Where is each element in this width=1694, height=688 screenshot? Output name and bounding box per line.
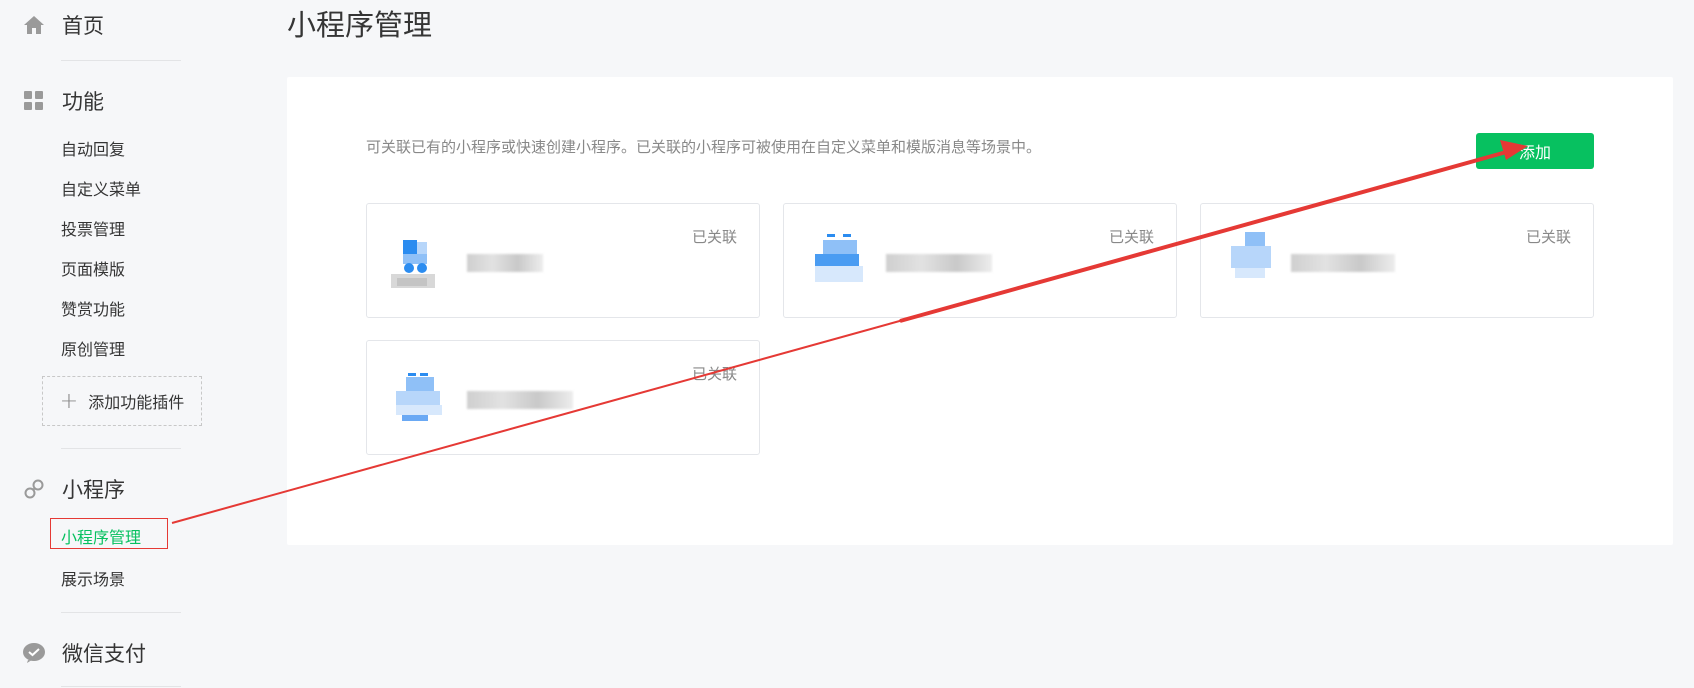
sidebar-item-reward[interactable]: 赞赏功能 — [61, 296, 125, 320]
add-plugin-label: 添加功能插件 — [88, 393, 185, 412]
sidebar-item-auto-reply[interactable]: 自动回复 — [61, 136, 125, 160]
nav-miniprogram-label: 小程序 — [62, 478, 125, 502]
miniprogram-card[interactable]: 已关联 — [366, 340, 760, 455]
miniprogram-logo — [396, 373, 442, 421]
sidebar: 首页 功能 自动回复 自定义菜单 投票管理 页面模版 赞赏功能 原创管理 + 添… — [0, 0, 260, 688]
sidebar-item-original[interactable]: 原创管理 — [61, 336, 125, 360]
wechat-pay-icon — [22, 641, 46, 665]
nav-features-label: 功能 — [62, 90, 104, 114]
nav-group-wechat-pay[interactable]: 微信支付 — [22, 638, 146, 668]
link-icon — [22, 477, 46, 501]
miniprogram-name-blurred — [467, 254, 543, 272]
sidebar-divider — [61, 612, 181, 613]
sidebar-divider — [61, 60, 181, 61]
nav-group-home[interactable]: 首页 — [22, 10, 104, 40]
nav-wechat-pay-label: 微信支付 — [62, 642, 146, 666]
description-text: 可关联已有的小程序或快速创建小程序。已关联的小程序可被使用在自定义菜单和模版消息… — [366, 138, 1042, 156]
annotation-highlight-box — [50, 518, 168, 549]
sidebar-item-custom-menu[interactable]: 自定义菜单 — [61, 176, 141, 200]
miniprogram-card[interactable]: 已关联 — [366, 203, 760, 318]
miniprogram-name-blurred — [886, 254, 992, 272]
status-label: 已关联 — [691, 228, 737, 246]
add-plugin-button[interactable]: + 添加功能插件 — [42, 376, 202, 426]
miniprogram-card[interactable]: 已关联 — [783, 203, 1177, 318]
miniprogram-name-blurred — [1291, 254, 1395, 272]
app-root: 首页 功能 自动回复 自定义菜单 投票管理 页面模版 赞赏功能 原创管理 + 添… — [0, 0, 1694, 688]
status-label: 已关联 — [1108, 228, 1154, 246]
grid-icon — [22, 89, 46, 113]
miniprogram-card[interactable]: 已关联 — [1200, 203, 1594, 318]
miniprogram-logo — [815, 234, 863, 282]
nav-home-label: 首页 — [62, 14, 104, 38]
sidebar-item-display-scene[interactable]: 展示场景 — [61, 566, 125, 590]
plus-icon: + — [59, 388, 79, 414]
sidebar-item-vote[interactable]: 投票管理 — [61, 216, 125, 240]
miniprogram-logo — [391, 240, 435, 288]
miniprogram-logo — [1231, 232, 1271, 278]
home-icon — [22, 13, 46, 37]
status-label: 已关联 — [1525, 228, 1571, 246]
nav-group-miniprogram[interactable]: 小程序 — [22, 474, 125, 504]
miniprogram-name-blurred — [467, 391, 573, 409]
sidebar-divider — [61, 448, 181, 449]
page-title: 小程序管理 — [287, 8, 433, 42]
sidebar-divider — [61, 686, 181, 687]
nav-group-features[interactable]: 功能 — [22, 86, 104, 116]
status-label: 已关联 — [691, 365, 737, 383]
sidebar-item-page-template[interactable]: 页面模版 — [61, 256, 125, 280]
add-button[interactable]: 添加 — [1476, 133, 1594, 169]
